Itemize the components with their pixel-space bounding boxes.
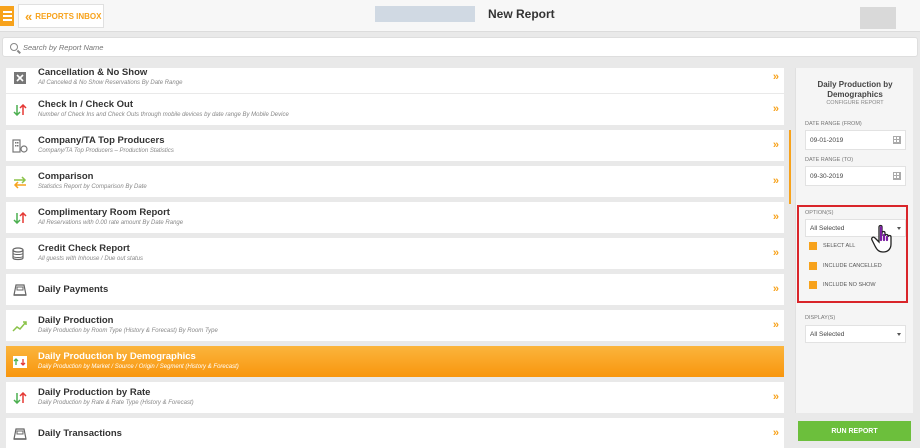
chevron-right-icon: » [772,71,779,83]
report-item-daily-production-demographics[interactable]: Daily Production by Demographics Daily P… [6,346,784,377]
report-description: Company/TA Top Producers – Production St… [38,148,174,154]
building-icon [11,138,29,154]
report-description: All Canceled & No Show Reservations By D… [38,80,183,86]
double-chevron-left-icon: « [25,8,32,24]
chevron-right-icon: » [772,391,779,403]
report-description: Daily Production by Rate & Rate Type (Hi… [38,400,194,406]
hand-cursor-icon [871,224,892,253]
chevron-down-icon [897,333,901,336]
report-title: Daily Transactions [38,428,122,439]
register-icon [11,426,29,442]
trend-chart-icon [11,318,29,334]
report-item-daily-production[interactable]: Daily Production Daily Production by Roo… [6,310,784,341]
date-to-field[interactable]: 09-30-2019 [805,166,906,186]
report-title: Complimentary Room Report [38,207,170,218]
report-item-cancellation[interactable]: Cancellation & No Show All Canceled & No… [6,68,784,93]
report-description: Number of Check Ins and Check Outs throu… [38,112,289,118]
reports-inbox-label: REPORTS INBOX [35,11,102,21]
page-title: New Report [488,7,555,21]
list-scrollbar[interactable] [789,130,791,204]
panel-subtitle: CONFIGURE REPORT [826,100,884,106]
report-description: Daily Production by Room Type (History &… [38,328,218,334]
chevron-right-icon: » [772,283,779,295]
report-description: All guests with Inhouse / Due out status [38,256,144,262]
display-label: DISPLAY(S) [805,315,836,321]
report-description: All Reservations with 0.00 rate amount B… [38,220,184,226]
report-description: Statistics Report by Comparison By Date [38,184,147,190]
search-bar[interactable] [2,37,918,57]
report-title: Cancellation & No Show [38,68,148,78]
updown-arrows-icon [11,390,29,406]
report-title: Daily Production by Rate [38,387,151,398]
reports-inbox-button[interactable]: « REPORTS INBOX [18,4,104,28]
report-list: Cancellation & No Show All Canceled & No… [6,68,784,448]
updown-arrows-icon [11,210,29,226]
register-icon [11,282,29,298]
report-title: Credit Check Report [38,243,130,254]
run-report-button[interactable]: RUN REPORT [798,421,911,441]
options-highlight-box [797,205,908,303]
report-item-daily-transactions[interactable]: Daily Transactions » [6,418,784,448]
report-title: Check In / Check Out [38,99,134,110]
report-title: Daily Production [38,315,114,326]
date-from-value: 09-01-2019 [810,136,844,144]
date-from-label: DATE RANGE (FROM) [805,121,862,127]
date-to-value: 09-30-2019 [810,172,844,180]
redacted-text [375,6,475,22]
panel-title: Daily Production by Demographics [817,80,893,99]
chevron-right-icon: » [772,247,779,259]
demographics-chart-icon [11,354,29,370]
chevron-right-icon: » [772,319,779,331]
chevron-right-icon: » [772,175,779,187]
coins-icon [11,246,29,262]
report-item-daily-production-rate[interactable]: Daily Production by Rate Daily Productio… [6,382,784,413]
top-bar: « REPORTS INBOX New Report [0,0,920,32]
report-item-check-in-out[interactable]: Check In / Check Out Number of Check Ins… [6,94,784,125]
x-box-icon [11,70,29,86]
menu-icon[interactable] [0,6,14,26]
search-icon [10,43,18,51]
avatar[interactable] [860,7,896,29]
report-item-comparison[interactable]: Comparison Statistics Report by Comparis… [6,166,784,197]
report-title: Company/TA Top Producers [38,135,165,146]
report-description: Daily Production by Market / Source / Or… [38,364,239,370]
report-title: Daily Production by Demographics [38,351,196,362]
chevron-right-icon: » [772,103,779,115]
updown-arrows-icon [11,102,29,118]
report-item-daily-payments[interactable]: Daily Payments » [6,274,784,305]
report-title: Daily Payments [38,284,109,295]
date-to-label: DATE RANGE (TO) [805,157,854,163]
report-title: Comparison [38,171,94,182]
display-value: All Selected [810,330,845,338]
chevron-right-icon: » [772,139,779,151]
report-item-complimentary-room[interactable]: Complimentary Room Report All Reservatio… [6,202,784,233]
chevron-right-icon: » [772,211,779,223]
search-input[interactable] [23,42,323,52]
chevron-right-icon: » [772,427,779,439]
swap-arrows-icon [11,174,29,190]
date-from-field[interactable]: 09-01-2019 [805,130,906,150]
calendar-icon[interactable] [893,172,901,180]
calendar-icon[interactable] [893,136,901,144]
display-select[interactable]: All Selected [805,325,906,343]
report-item-credit-check[interactable]: Credit Check Report All guests with Inho… [6,238,784,269]
report-item-company-ta[interactable]: Company/TA Top Producers Company/TA Top … [6,130,784,161]
